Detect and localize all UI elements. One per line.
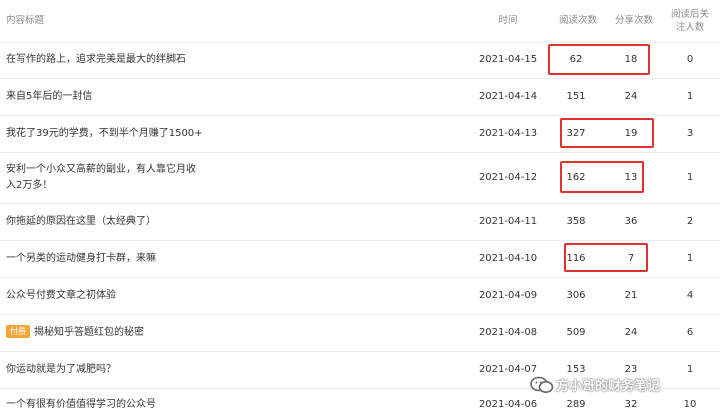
- column-header-time[interactable]: 时间: [493, 0, 523, 42]
- paid-tag: 付费: [6, 325, 30, 338]
- table-row[interactable]: 公众号付费文章之初体验 2021-04-09 306 21 4: [0, 278, 720, 315]
- row-title[interactable]: 在写作的路上，追求完美是最大的绊脚石: [6, 42, 186, 78]
- row-date: 2021-04-11: [478, 216, 538, 227]
- row-date: 2021-04-09: [478, 290, 538, 301]
- row-date: 2021-04-15: [478, 54, 538, 65]
- row-date: 2021-04-13: [478, 128, 538, 139]
- row-follows: 2: [686, 216, 694, 227]
- row-reads: 509: [566, 327, 586, 338]
- row-title[interactable]: 一个另类的运动健身打卡群，来嘛: [6, 241, 156, 277]
- row-title[interactable]: 一个有很有价值值得学习的公众号: [6, 393, 156, 417]
- row-follows: 10: [683, 399, 697, 410]
- table-row[interactable]: 付费 揭秘知乎答题红包的秘密 2021-04-08 509 24 6: [0, 315, 720, 352]
- highlight-box: [560, 161, 644, 193]
- row-title[interactable]: 你拖延的原因在这里（太经典了）: [6, 204, 156, 240]
- row-follows: 0: [686, 54, 694, 65]
- row-shares: 24: [624, 327, 638, 338]
- row-shares: 21: [624, 290, 638, 301]
- row-reads: 358: [566, 216, 586, 227]
- row-follows: 1: [686, 253, 694, 264]
- row-shares: 24: [624, 91, 638, 102]
- row-date: 2021-04-08: [478, 327, 538, 338]
- row-follows: 3: [686, 128, 694, 139]
- row-title-with-tag[interactable]: 付费 揭秘知乎答题红包的秘密: [6, 315, 144, 351]
- row-follows: 1: [686, 364, 694, 375]
- row-reads: 306: [566, 290, 586, 301]
- row-title[interactable]: 安利一个小众又高薪的副业，有人靠它月收入2万多！: [6, 162, 196, 194]
- row-shares: 32: [624, 399, 638, 410]
- column-header-shares[interactable]: 分享次数: [608, 0, 660, 42]
- row-title[interactable]: 你运动就是为了减肥吗？: [6, 352, 116, 388]
- wechat-icon: [530, 376, 554, 393]
- highlight-box: [548, 44, 650, 75]
- row-reads: 151: [566, 91, 586, 102]
- watermark-text: 方小哥的财务笔记: [556, 379, 661, 394]
- watermark: 方小哥的财务笔记: [530, 376, 660, 396]
- column-header-title[interactable]: 内容标题: [6, 0, 44, 42]
- highlight-box: [560, 118, 654, 148]
- row-reads: 289: [566, 399, 586, 410]
- row-date: 2021-04-14: [478, 91, 538, 102]
- row-follows: 1: [686, 172, 694, 183]
- row-date: 2021-04-12: [478, 172, 538, 183]
- row-title[interactable]: 我花了39元的学费，不到半个月赚了1500+: [6, 116, 203, 152]
- row-title[interactable]: 揭秘知乎答题红包的秘密: [34, 327, 144, 338]
- row-date: 2021-04-06: [478, 399, 538, 410]
- row-title[interactable]: 来自5年后的一封信: [6, 79, 92, 115]
- table-header: 内容标题 时间 阅读次数 分享次数 阅读后关注人数: [0, 0, 720, 43]
- row-date: 2021-04-10: [478, 253, 538, 264]
- row-follows: 6: [686, 327, 694, 338]
- table-row[interactable]: 你拖延的原因在这里（太经典了） 2021-04-11 358 36 2: [0, 204, 720, 241]
- row-title[interactable]: 公众号付费文章之初体验: [6, 278, 116, 314]
- row-follows: 4: [686, 290, 694, 301]
- table-row[interactable]: 来自5年后的一封信 2021-04-14 151 24 1: [0, 79, 720, 116]
- row-shares: 36: [624, 216, 638, 227]
- highlight-box: [564, 243, 648, 272]
- column-header-reads[interactable]: 阅读次数: [548, 0, 608, 42]
- row-follows: 1: [686, 91, 694, 102]
